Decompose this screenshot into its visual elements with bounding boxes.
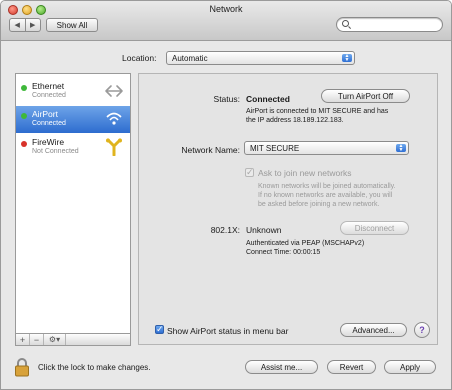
location-value: Automatic [172, 53, 208, 63]
remove-service-button[interactable]: − [30, 334, 44, 345]
location-label: Location: [122, 53, 157, 63]
show-status-checkbox[interactable] [155, 324, 164, 335]
popup-arrows-icon: ▲ ▼ [342, 54, 352, 63]
show-status-label: Show AirPort status in menu bar [167, 326, 289, 336]
back-forward-group: ◀ ▶ [9, 18, 41, 32]
network-name-popup[interactable]: MIT SECURE ▲ ▼ [244, 141, 409, 155]
search-icon [342, 20, 349, 27]
status-dot-icon [21, 113, 27, 119]
ask-to-join-label: Ask to join new networks [258, 168, 352, 178]
ask-to-join-desc-line2: If no known networks are available, you … [258, 192, 393, 199]
connect-time: Connect Time: 00:00:15 [246, 249, 321, 256]
auth-method: Authenticated via PEAP (MSCHAPv2) [246, 240, 365, 247]
status-dot-icon [21, 141, 27, 147]
gear-menu-button[interactable]: ⚙▾ [44, 334, 66, 345]
service-status: Connected [32, 120, 66, 127]
service-item-ethernet[interactable]: Ethernet Connected [16, 78, 130, 105]
service-list-toolbar: + − ⚙▾ [15, 333, 131, 346]
disconnect-button[interactable]: Disconnect [340, 221, 409, 235]
service-status: Connected [32, 92, 66, 99]
assist-me-button[interactable]: Assist me... [245, 360, 318, 374]
show-all-button[interactable]: Show All [46, 18, 98, 32]
window-title: Network [209, 4, 243, 14]
title-bar: Network ◀ ▶ Show All [1, 1, 451, 41]
network-name-label: Network Name: [181, 145, 240, 155]
status-description-line1: AirPort is connected to MIT SECURE and h… [246, 108, 389, 115]
status-dot-icon [21, 85, 27, 91]
add-service-button[interactable]: + [16, 334, 30, 345]
status-value: Connected [246, 94, 290, 104]
network-name-value: MIT SECURE [250, 143, 300, 153]
service-item-firewire[interactable]: FireWire Not Connected [16, 134, 130, 161]
service-item-airport[interactable]: AirPort Connected [16, 106, 130, 133]
turn-airport-off-button[interactable]: Turn AirPort Off [321, 89, 410, 103]
service-name: Ethernet [32, 81, 65, 91]
firewire-icon [106, 138, 122, 156]
status-label: Status: [213, 94, 240, 104]
search-field[interactable] [336, 17, 443, 32]
status-description-line2: the IP address 18.189.122.183. [246, 117, 344, 124]
wifi-icon [106, 112, 122, 125]
ask-to-join-desc-line3: be asked before joining a new network. [258, 201, 380, 208]
location-popup[interactable]: Automatic ▲ ▼ [166, 51, 355, 65]
forward-button[interactable]: ▶ [24, 19, 41, 31]
lock-message: Click the lock to make changes. [38, 363, 151, 372]
ask-to-join-checkbox[interactable] [245, 167, 254, 178]
service-name: AirPort [32, 109, 58, 119]
apply-button[interactable]: Apply [384, 360, 436, 374]
back-button[interactable]: ◀ [10, 19, 25, 31]
service-name: FireWire [32, 137, 65, 147]
revert-button[interactable]: Revert [327, 360, 376, 374]
dot1x-value: Unknown [246, 225, 282, 235]
lock-icon[interactable] [14, 357, 30, 377]
help-button[interactable]: ? [414, 322, 430, 338]
advanced-button[interactable]: Advanced... [340, 323, 407, 337]
popup-arrows-icon: ▲ ▼ [396, 144, 406, 153]
ask-to-join-desc-line1: Known networks will be joined automatica… [258, 183, 396, 190]
dot1x-label: 802.1X: [210, 225, 240, 235]
service-status: Not Connected [32, 148, 79, 155]
ethernet-arrows-icon [105, 85, 123, 97]
network-preferences-window: Network ◀ ▶ Show All Location: Automatic… [0, 0, 452, 390]
service-list[interactable]: Ethernet Connected AirPort Connected Fir… [15, 73, 131, 345]
